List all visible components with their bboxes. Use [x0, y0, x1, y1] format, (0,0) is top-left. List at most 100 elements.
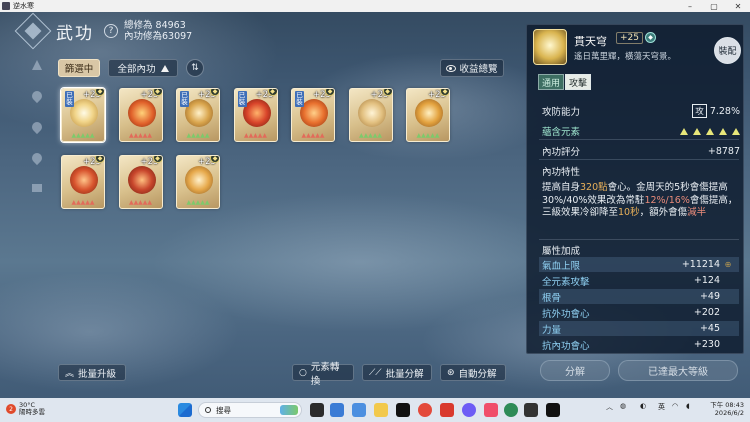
attribute-name: 氣血上限 [542, 260, 581, 272]
element-triangle-icons [675, 127, 740, 135]
attribute-name: 全元素攻擊 [542, 276, 590, 288]
skill-card[interactable]: 已裝 +25 ◆ ▲▲▲▲▲ [61, 88, 105, 142]
game-icon[interactable] [524, 403, 538, 417]
attribute-row: 全元素攻擊 +124 [539, 273, 739, 288]
attribute-value: +230 [693, 339, 720, 350]
tab-general[interactable]: 通用 [538, 74, 565, 90]
skill-art-icon [415, 99, 443, 127]
skill-card[interactable]: +25 ◆ ▲▲▲▲▲ [61, 155, 105, 209]
skill-card[interactable]: 已裝 +25 ◆ ▲▲▲▲▲ [291, 88, 335, 142]
attribute-row: 抗內功會心 +230 [539, 337, 739, 352]
rank-badge-icon: ◆ [210, 89, 219, 96]
close-icon[interactable]: ✕ [726, 0, 750, 12]
rank-badge-icon: ◆ [152, 89, 162, 96]
tray-chevron-icon[interactable]: ︿ [606, 402, 613, 412]
element-stars: ▲▲▲▲▲ [71, 199, 95, 206]
element-convert-button[interactable]: ○ 元素轉換 [292, 362, 354, 387]
attribute-name: 力量 [542, 324, 562, 336]
tab-attack[interactable]: 攻擊 [565, 74, 592, 90]
element-row: 蘊含元素 [542, 124, 740, 138]
skill-card[interactable]: +25 ◆ ▲▲▲▲▲ [118, 155, 163, 209]
speaker-icon[interactable]: ◖ [686, 402, 690, 410]
tray-network-icon[interactable]: ◍ [620, 402, 626, 410]
ring-icon: ○ [299, 367, 307, 378]
element-stars: ▲▲▲▲▲ [243, 132, 268, 139]
weather-widget[interactable]: 2 30°C 陽時多雲 [6, 402, 45, 416]
attribute-name: 抗外功會心 [542, 308, 590, 320]
element-stars: ▲▲▲▲▲ [71, 132, 95, 139]
filtering-button[interactable]: 篩選中 [58, 59, 100, 77]
inner-cultivation: 內功修為63097 [124, 31, 193, 42]
skill-card[interactable]: 已裝 +25 ◆ ▲▲▲▲▲ [233, 88, 278, 142]
task-view-icon[interactable] [310, 403, 324, 417]
overview-button[interactable]: 收益總覽 [440, 59, 504, 77]
skill-art-icon [70, 166, 98, 194]
equipped-tag: 已裝 [180, 91, 189, 107]
skill-card[interactable]: +25 ◆ ▲▲▲▲▲ [118, 88, 163, 142]
detail-panel: 貫天穹 +25 ◆ 遙日萬里輝，橫蕩天穹景。 裝配 通用 攻擊 攻防能力 攻 7… [526, 24, 744, 354]
element-stars: ▲▲▲▲▲ [186, 132, 210, 139]
attribute-value: +49 [699, 291, 720, 302]
item-name: 貫天穹 [574, 35, 607, 48]
wifi-icon[interactable]: ◠ [672, 402, 678, 410]
batch-upgrade-button[interactable]: ︽ 批量升級 [58, 364, 126, 381]
music-icon[interactable] [484, 403, 498, 417]
item-level: +25 [616, 32, 643, 44]
tray-volume-icon[interactable]: ◐ [640, 402, 646, 410]
triangle-up-icon [160, 64, 169, 72]
help-icon[interactable]: ? [104, 24, 118, 38]
skill-art-icon [185, 166, 213, 194]
search-highlight-icon [280, 405, 298, 415]
gallery-icon[interactable] [352, 403, 366, 417]
minimize-icon[interactable]: – [678, 0, 702, 12]
element-stars: ▲▲▲▲▲ [186, 199, 210, 206]
browser-icon[interactable] [504, 403, 518, 417]
type-tabs: 通用 攻擊 [538, 74, 592, 90]
skill-art-icon [185, 99, 213, 127]
back-logo-icon[interactable] [14, 12, 52, 50]
skill-card[interactable]: +25 ◆ ▲▲▲▲▲ [348, 88, 393, 142]
trait-title: 內功特性 [542, 167, 581, 178]
rail-fire-icon[interactable] [29, 88, 45, 104]
skill-card[interactable]: +25 ◆ ▲▲▲▲▲ [176, 155, 220, 209]
tiktok-icon[interactable] [396, 403, 410, 417]
maximize-icon[interactable]: ▢ [702, 0, 726, 12]
discord-icon[interactable] [462, 403, 476, 417]
auto-gear-icon: ⊛ [447, 367, 455, 378]
ime-indicator[interactable]: 英 [658, 402, 665, 412]
rail-water-icon[interactable] [29, 119, 45, 135]
rank-badge-icon: ◆ [440, 89, 449, 96]
equipped-tag: 已裝 [237, 91, 247, 107]
skill-art-icon [300, 99, 328, 127]
attack-ability-row: 攻防能力 攻 7.28% [542, 104, 740, 118]
all-inner-dropdown[interactable]: 全部內功 [108, 59, 178, 77]
rank-badge-icon: ◆ [95, 89, 104, 96]
auto-decompose-button[interactable]: ⊛ 自動分解 [440, 364, 506, 381]
element-stars: ▲▲▲▲▲ [128, 132, 153, 139]
rail-earth-icon[interactable] [32, 184, 42, 192]
skill-art-icon [127, 99, 156, 127]
decompose-button[interactable]: 分解 [540, 360, 610, 381]
youtube-icon[interactable] [440, 403, 454, 417]
batch-decompose-button[interactable]: ⟋⟋ 批量分解 [362, 364, 432, 381]
chrome-icon[interactable] [418, 403, 432, 417]
widgets-icon[interactable] [330, 403, 344, 417]
skill-card[interactable]: +25 ◆ ▲▲▲▲▲ [406, 88, 450, 142]
equipped-tag: 已裝 [65, 91, 74, 107]
windows-start-icon[interactable] [178, 403, 192, 417]
rail-mountain-icon[interactable] [32, 60, 42, 70]
max-level-button[interactable]: 已達最大等級 [618, 360, 738, 381]
file-explorer-icon[interactable] [374, 403, 388, 417]
rail-wood-icon[interactable] [29, 150, 45, 166]
double-chevron-up-icon: ︽ [65, 369, 75, 379]
tiktok-2-icon[interactable] [546, 403, 560, 417]
equip-button[interactable]: 裝配 [714, 37, 741, 64]
item-description: 遙日萬里輝，橫蕩天穹景。 [574, 52, 677, 62]
skill-card[interactable]: 已裝 +25 ◆ ▲▲▲▲▲ [176, 88, 220, 142]
attack-value: 7.28% [709, 105, 740, 117]
taskbar-clock[interactable]: 下午 08:43 2026/6/2 [706, 401, 744, 417]
attribute-name: 抗內功會心 [542, 340, 590, 352]
skill-art-icon [357, 99, 386, 127]
sort-toggle-icon[interactable]: ⇅ [186, 59, 204, 77]
equipped-tag: 已裝 [295, 91, 304, 107]
